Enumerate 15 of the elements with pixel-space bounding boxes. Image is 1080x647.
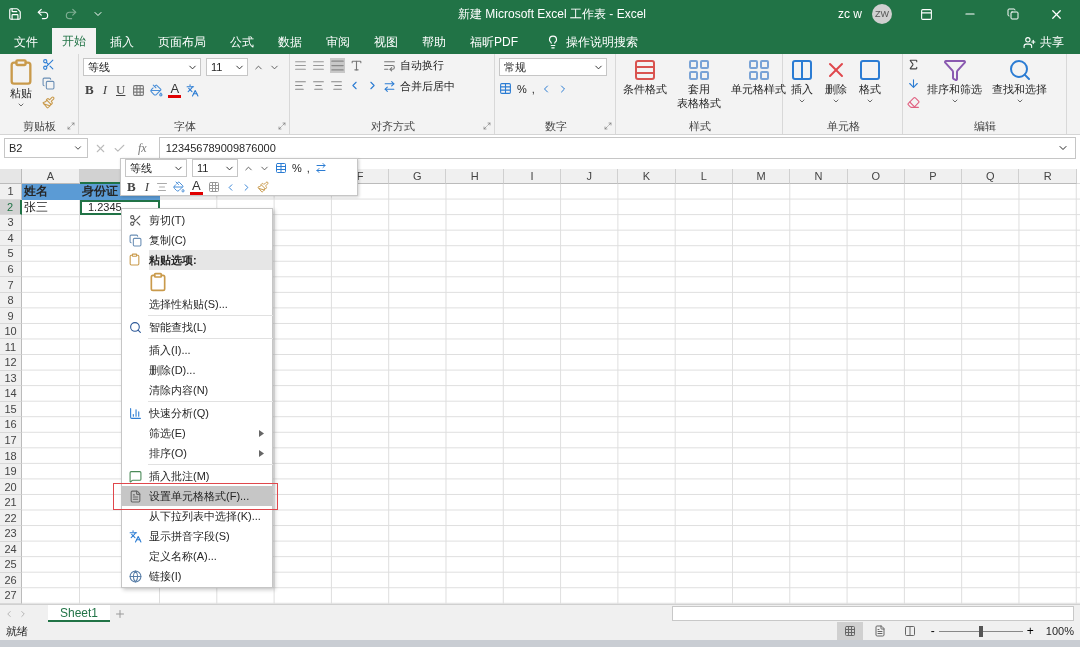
group-label: 单元格 — [825, 118, 861, 134]
table-cell: 姓名 — [22, 184, 80, 200]
table-cell-text: 张三 — [23, 199, 49, 216]
group-label: 样式 — [687, 118, 712, 134]
group-label: 字体 — [172, 118, 197, 134]
user-name: zc w — [838, 7, 862, 21]
group-label: 对齐方式 — [369, 118, 416, 134]
formula-text: 123456789009876000 — [165, 142, 276, 154]
group-label: 数字 — [543, 118, 568, 134]
zoom-level: 100% — [1045, 625, 1074, 637]
window-title: 新建 Microsoft Excel 工作表 - Excel — [458, 5, 648, 23]
group-label: 剪贴板 — [22, 118, 57, 134]
group-label: 编辑 — [973, 118, 997, 134]
status-text: 就绪 — [6, 623, 29, 639]
menu-section-header: 粘贴选项: — [149, 250, 272, 270]
